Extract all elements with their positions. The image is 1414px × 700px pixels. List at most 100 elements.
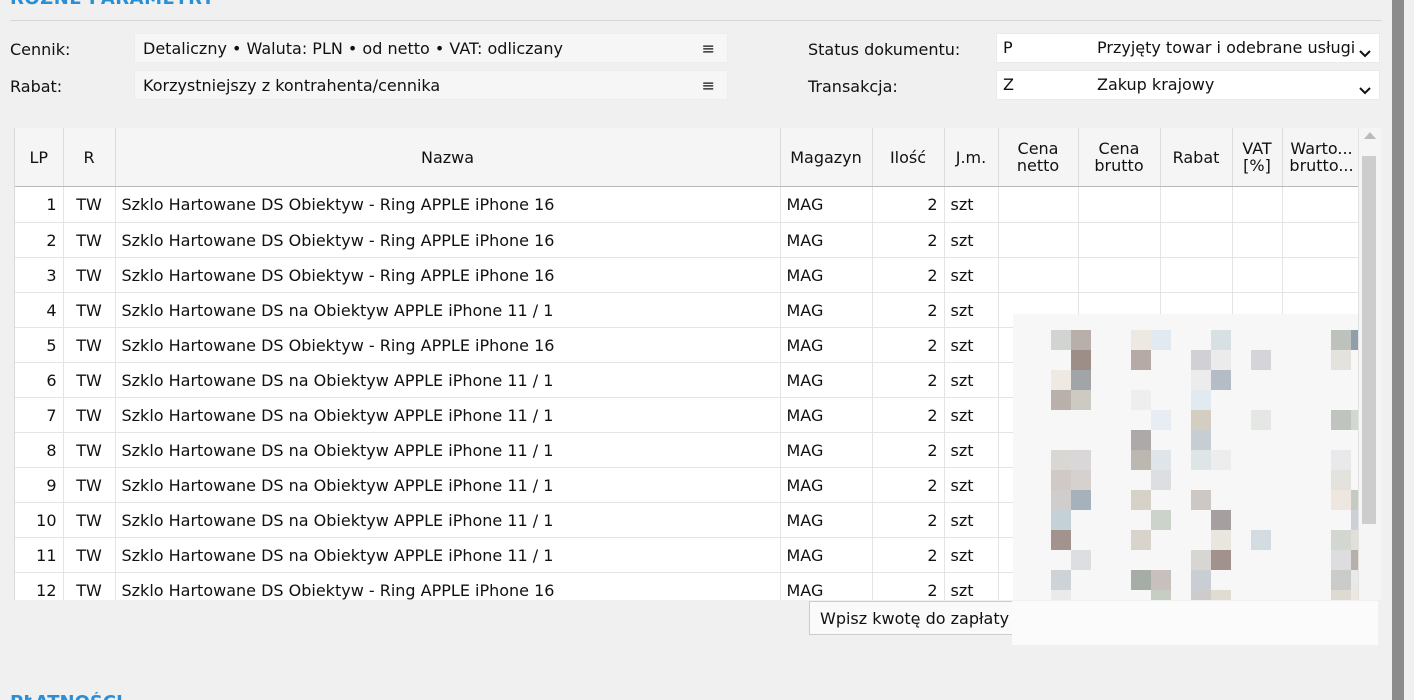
transakcja-dropdown[interactable]: Z Zakup krajowy <box>996 70 1380 100</box>
cell-nazwa[interactable]: Szklo Hartowane DS na Obiektyw APPLE iPh… <box>115 397 781 433</box>
cell-nazwa[interactable]: Szklo Hartowane DS Obiektyw - Ring APPLE… <box>115 257 781 293</box>
cell-redacted[interactable] <box>1232 186 1283 223</box>
cell-redacted[interactable] <box>998 222 1079 258</box>
window-edge-scrollbar[interactable] <box>1392 0 1404 700</box>
cell-magazyn[interactable]: MAG <box>780 362 873 398</box>
cell-ilosc[interactable]: 2 <box>872 222 945 258</box>
col-header-cena-brutto[interactable]: Cena brutto <box>1078 128 1161 187</box>
cell-jm[interactable]: szt <box>944 502 999 538</box>
cell-magazyn[interactable]: MAG <box>780 257 873 293</box>
cell-nazwa[interactable]: Szklo Hartowane DS Obiektyw - Ring APPLE… <box>115 222 781 258</box>
cell-magazyn[interactable]: MAG <box>780 397 873 433</box>
cell-magazyn[interactable]: MAG <box>780 222 873 258</box>
cell-jm[interactable]: szt <box>944 467 999 503</box>
cell-nazwa[interactable]: Szklo Hartowane DS na Obiektyw APPLE iPh… <box>115 537 781 573</box>
cell-magazyn[interactable]: MAG <box>780 327 873 363</box>
cell-r[interactable]: TW <box>63 572 116 600</box>
cell-magazyn[interactable]: MAG <box>780 292 873 328</box>
cell-redacted[interactable] <box>1078 222 1161 258</box>
cell-redacted[interactable] <box>1282 222 1362 258</box>
cell-nazwa[interactable]: Szklo Hartowane DS Obiektyw - Ring APPLE… <box>115 572 781 600</box>
table-row[interactable]: 3 TW Szklo Hartowane DS Obiektyw - Ring AP… <box>15 257 1362 293</box>
vertical-scrollbar[interactable] <box>1358 128 1381 600</box>
cell-r[interactable]: TW <box>63 432 116 468</box>
cell-redacted[interactable] <box>1232 222 1283 258</box>
cell-ilosc[interactable]: 2 <box>872 502 945 538</box>
cell-jm[interactable]: szt <box>944 292 999 328</box>
cell-jm[interactable]: szt <box>944 222 999 258</box>
cell-r[interactable]: TW <box>63 537 116 573</box>
cell-magazyn[interactable]: MAG <box>780 502 873 538</box>
col-header-r[interactable]: R <box>63 128 116 187</box>
cell-lp[interactable]: 7 <box>15 397 64 433</box>
cell-nazwa[interactable]: Szklo Hartowane DS na Obiektyw APPLE iPh… <box>115 362 781 398</box>
cell-redacted[interactable] <box>1232 257 1283 293</box>
col-header-jm[interactable]: J.m. <box>944 128 999 187</box>
cell-lp[interactable]: 11 <box>15 537 64 573</box>
col-header-lp[interactable]: LP <box>15 128 64 187</box>
cell-redacted[interactable] <box>1282 186 1362 223</box>
cell-nazwa[interactable]: Szklo Hartowane DS na Obiektyw APPLE iPh… <box>115 432 781 468</box>
cell-redacted[interactable] <box>1160 257 1233 293</box>
cell-jm[interactable]: szt <box>944 397 999 433</box>
col-header-rabat[interactable]: Rabat <box>1160 128 1233 187</box>
cell-nazwa[interactable]: Szklo Hartowane DS na Obiektyw APPLE iPh… <box>115 292 781 328</box>
col-header-cena-netto[interactable]: Cena netto <box>998 128 1079 187</box>
rabat-menu-icon[interactable]: ≡ <box>702 76 715 95</box>
rabat-field[interactable]: Korzystniejszy z kontrahenta/cennika ≡ <box>134 70 728 100</box>
cell-lp[interactable]: 6 <box>15 362 64 398</box>
cennik-field[interactable]: Detaliczny • Waluta: PLN • od netto • VA… <box>134 33 728 63</box>
cell-nazwa[interactable]: Szklo Hartowane DS na Obiektyw APPLE iPh… <box>115 467 781 503</box>
cell-nazwa[interactable]: Szklo Hartowane DS Obiektyw - Ring APPLE… <box>115 327 781 363</box>
col-header-ilosc[interactable]: Ilość <box>872 128 945 187</box>
cell-lp[interactable]: 5 <box>15 327 64 363</box>
cell-jm[interactable]: szt <box>944 432 999 468</box>
col-header-nazwa[interactable]: Nazwa <box>115 128 781 187</box>
cell-magazyn[interactable]: MAG <box>780 467 873 503</box>
cell-redacted[interactable] <box>1160 186 1233 223</box>
cell-jm[interactable]: szt <box>944 257 999 293</box>
scrollbar-thumb[interactable] <box>1362 156 1376 524</box>
cell-r[interactable]: TW <box>63 292 116 328</box>
chevron-down-icon[interactable] <box>1359 80 1371 99</box>
table-row[interactable]: 2 TW Szklo Hartowane DS Obiektyw - Ring AP… <box>15 222 1362 258</box>
status-dropdown[interactable]: P Przyjęty towar i odebrane usługi <box>996 33 1380 63</box>
cell-jm[interactable]: szt <box>944 572 999 600</box>
col-header-vat[interactable]: VAT [%] <box>1232 128 1283 187</box>
cell-magazyn[interactable]: MAG <box>780 186 873 223</box>
cell-magazyn[interactable]: MAG <box>780 537 873 573</box>
cell-lp[interactable]: 9 <box>15 467 64 503</box>
cennik-menu-icon[interactable]: ≡ <box>702 39 715 58</box>
cell-redacted[interactable] <box>1078 257 1161 293</box>
cell-lp[interactable]: 2 <box>15 222 64 258</box>
cell-ilosc[interactable]: 2 <box>872 257 945 293</box>
cell-redacted[interactable] <box>998 257 1079 293</box>
cell-lp[interactable]: 4 <box>15 292 64 328</box>
cell-lp[interactable]: 1 <box>15 186 64 223</box>
cell-jm[interactable]: szt <box>944 362 999 398</box>
chevron-down-icon[interactable] <box>1359 43 1371 62</box>
cell-r[interactable]: TW <box>63 362 116 398</box>
cell-r[interactable]: TW <box>63 502 116 538</box>
cell-lp[interactable]: 3 <box>15 257 64 293</box>
col-header-wartosc[interactable]: Warto... brutto... <box>1282 128 1362 187</box>
cell-ilosc[interactable]: 2 <box>872 362 945 398</box>
cell-redacted[interactable] <box>1160 222 1233 258</box>
col-header-magazyn[interactable]: Magazyn <box>780 128 873 187</box>
cell-ilosc[interactable]: 2 <box>872 467 945 503</box>
cell-lp[interactable]: 12 <box>15 572 64 600</box>
cell-magazyn[interactable]: MAG <box>780 572 873 600</box>
cell-ilosc[interactable]: 2 <box>872 572 945 600</box>
cell-r[interactable]: TW <box>63 397 116 433</box>
cell-nazwa[interactable]: Szklo Hartowane DS na Obiektyw APPLE iPh… <box>115 502 781 538</box>
cell-r[interactable]: TW <box>63 467 116 503</box>
cell-jm[interactable]: szt <box>944 537 999 573</box>
cell-jm[interactable]: szt <box>944 186 999 223</box>
cell-lp[interactable]: 10 <box>15 502 64 538</box>
cell-magazyn[interactable]: MAG <box>780 432 873 468</box>
cell-nazwa[interactable]: Szklo Hartowane DS Obiektyw - Ring APPLE… <box>115 186 781 223</box>
cell-redacted[interactable] <box>998 186 1079 223</box>
scroll-up-arrow-icon[interactable] <box>1364 132 1376 139</box>
cell-ilosc[interactable]: 2 <box>872 397 945 433</box>
cell-ilosc[interactable]: 2 <box>872 327 945 363</box>
